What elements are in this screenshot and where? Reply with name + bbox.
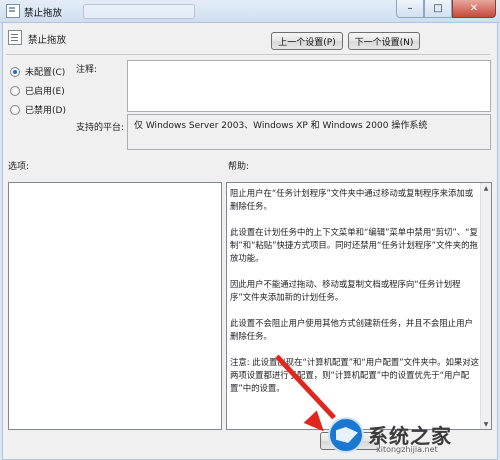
options-pane <box>8 182 222 430</box>
options-label: 选项: <box>8 162 30 172</box>
policy-icon <box>6 4 20 18</box>
help-paragraph: 注意: 此设置出现在“计算机配置”和“用户配置”文件夹中。如果对这两项设置都进行… <box>230 357 479 393</box>
help-label: 帮助: <box>228 162 250 172</box>
help-paragraph: 此设置在计划任务中的上下文菜单和“编辑”菜单中禁用“剪切”、“复制”和“粘贴”快… <box>230 227 478 263</box>
help-paragraph: 因此用户不能通过拖动、移动或复制文档或程序向“任务计划程序”文件夹添加新的计划任… <box>230 279 461 302</box>
window-title: 禁止拖放 <box>24 8 63 19</box>
help-scrollbar[interactable]: ▲ ▼ <box>480 183 491 429</box>
header-divider <box>6 54 490 55</box>
radio-indicator[interactable] <box>10 104 20 115</box>
radio-label: 已启用(E) <box>25 87 65 97</box>
previous-setting-button[interactable]: 上一个设置(P) <box>271 32 343 50</box>
watermark-url: xitongzhijia.net <box>376 445 438 454</box>
radio-label: 未配置(C) <box>25 68 66 78</box>
scroll-down-arrow-icon[interactable]: ▼ <box>481 419 491 429</box>
platform-box: 仅 Windows Server 2003、Windows XP 和 Windo… <box>127 114 491 150</box>
radio-disabled[interactable]: 已禁用(D) <box>10 103 66 116</box>
maximize-button[interactable]: □ <box>424 0 452 18</box>
help-paragraph: 此设置不会阻止用户使用其他方式创建新任务，并且不会阻止用户删除任务。 <box>230 318 473 341</box>
radio-enabled[interactable]: 已启用(E) <box>10 84 65 97</box>
help-paragraph: 阻止用户在“任务计划程序”文件夹中通过移动或复制程序来添加或删除任务。 <box>230 188 474 211</box>
radio-label: 已禁用(D) <box>25 106 66 116</box>
radio-indicator[interactable] <box>10 66 20 77</box>
help-pane: 阻止用户在“任务计划程序”文件夹中通过移动或复制程序来添加或删除任务。 此设置在… <box>226 182 492 430</box>
close-button[interactable]: ✕ <box>452 0 496 18</box>
minimize-button[interactable]: – <box>396 0 424 18</box>
scroll-up-arrow-icon[interactable]: ▲ <box>481 183 491 193</box>
window-controls: – □ ✕ <box>396 0 496 18</box>
watermark-logo-icon <box>328 417 364 453</box>
policy-setting-icon <box>8 30 22 45</box>
next-setting-button[interactable]: 下一个设置(N) <box>348 32 420 50</box>
radio-not-configured[interactable]: 未配置(C) <box>10 65 65 78</box>
comment-label: 注释: <box>76 65 98 75</box>
radio-indicator[interactable] <box>10 85 20 96</box>
background-window-ghost <box>83 4 195 19</box>
platform-label: 支持的平台: <box>76 123 125 133</box>
comment-textbox[interactable] <box>127 60 491 112</box>
policy-header-title: 禁止拖放 <box>28 35 67 46</box>
